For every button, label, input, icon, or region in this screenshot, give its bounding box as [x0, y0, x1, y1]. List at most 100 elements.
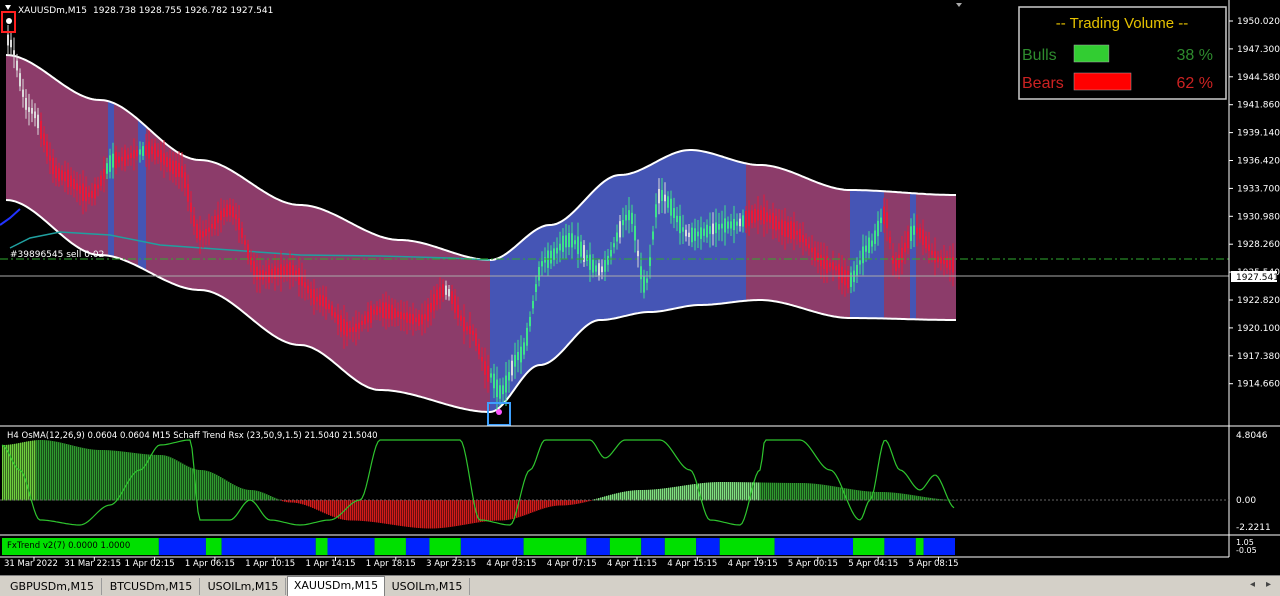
price-tick-label: 1917.380 — [1237, 352, 1280, 362]
osma-bar — [324, 500, 326, 514]
osma-bar — [534, 500, 536, 512]
price-chart-pane[interactable]: #39896545 sell 0.02 XAUUSDm,M15 1928.738 … — [0, 0, 1229, 426]
candle-body — [682, 227, 684, 232]
bears-bar — [1073, 72, 1132, 91]
osma-bar — [626, 491, 628, 501]
osma-bar — [522, 500, 524, 516]
chevron-left-icon[interactable]: ◂ — [1250, 579, 1255, 590]
osma-bar — [416, 500, 418, 528]
osma-bar — [14, 443, 16, 501]
osma-bar — [722, 482, 724, 501]
tab-btcusdm[interactable]: BTCUSDm,M15 — [103, 578, 200, 595]
candle-body — [40, 120, 42, 139]
candle-body — [427, 304, 429, 322]
candle-body — [103, 169, 105, 180]
candle-body — [883, 206, 885, 225]
osma-bar — [662, 488, 664, 501]
candle-body — [910, 226, 912, 241]
candle-body — [259, 270, 261, 280]
osma-bar — [714, 482, 716, 501]
candle-body — [625, 214, 627, 221]
candle-body — [31, 107, 33, 114]
candle-body — [202, 231, 204, 238]
candle-body — [688, 232, 690, 238]
tab-xauusdm[interactable]: XAUUSDm,M15 — [287, 576, 385, 596]
candle-body — [877, 220, 879, 237]
price-axis[interactable]: 1950.020 1947.300 1944.580 1941.860 1939.140… — [1228, 0, 1280, 557]
osma-bar — [380, 500, 382, 524]
osma-bar — [628, 490, 630, 501]
osma-bar — [858, 490, 860, 501]
candle-body — [670, 198, 672, 216]
band-segment — [108, 101, 114, 257]
candle-body — [181, 166, 183, 178]
osma-bar — [320, 500, 322, 512]
osma-bar — [426, 500, 428, 529]
fxtrend-segment — [641, 538, 665, 555]
candle-body — [205, 228, 207, 236]
candle-body — [703, 228, 705, 236]
price-tick-label: 1941.860 — [1237, 101, 1280, 111]
osma-bar — [386, 500, 388, 524]
candle-body — [400, 311, 402, 319]
tab-usoilm-2[interactable]: USOILm,M15 — [385, 578, 470, 595]
candle-body — [13, 50, 15, 56]
osma-bar — [230, 482, 232, 501]
price-tick-label: 1914.660 — [1237, 380, 1280, 390]
osma-bar — [432, 500, 434, 529]
tab-usoilm-1[interactable]: USOILm,M15 — [201, 578, 286, 595]
osma-bar — [670, 487, 672, 501]
chevron-right-icon[interactable]: ▸ — [1266, 579, 1271, 590]
osma-bar — [678, 486, 680, 501]
osma-indicator-pane[interactable]: H4 OsMA(12,26,9) 0.0604 0.0604 M15 Schaf… — [0, 431, 1271, 533]
osma-bar — [884, 492, 886, 501]
osma-bar — [736, 482, 738, 501]
candle-body — [775, 215, 777, 231]
candle-body — [394, 308, 396, 319]
candle-body — [85, 186, 87, 202]
trading-chart[interactable]: #39896545 sell 0.02 XAUUSDm,M15 1928.738 … — [0, 0, 1280, 575]
fxtrend-segment — [696, 538, 720, 555]
candle-body — [628, 210, 630, 221]
candle-body — [907, 231, 909, 249]
osma-bar — [864, 491, 866, 501]
osma-bar — [358, 500, 360, 521]
osma-bar — [76, 446, 78, 501]
osma-bar — [186, 465, 188, 501]
price-tick-label: 1950.020 — [1237, 17, 1280, 27]
candle-body — [559, 243, 561, 251]
osma-bar — [814, 483, 816, 501]
osma-bar — [204, 470, 206, 501]
osma-bar — [528, 500, 530, 514]
osma-bar — [142, 453, 144, 501]
osma-bar — [718, 482, 720, 501]
osma-bar — [298, 500, 300, 504]
bulls-bar — [1073, 44, 1110, 63]
fxtrend-pane[interactable]: FxTrend v2(7) 0.0000 1.0000 1.05 -0.05 — [2, 538, 1257, 555]
candle-body — [58, 168, 60, 182]
candle-body — [733, 218, 735, 231]
candle-body — [790, 221, 792, 239]
candle-body — [52, 157, 54, 175]
candle-body — [940, 256, 942, 264]
time-axis[interactable]: 31 Mar 2022 31 Mar 22:15 1 Apr 02:15 1 Apr … — [4, 557, 959, 569]
osma-bar — [332, 500, 334, 517]
trade-label[interactable]: #39896545 sell 0.02 — [10, 250, 104, 260]
candle-body — [574, 240, 576, 245]
fxtrend-segment — [609, 538, 642, 555]
osma-bar — [728, 482, 730, 501]
time-tick-label: 1 Apr 06:15 — [185, 559, 235, 569]
fxtrend-segment — [315, 538, 328, 555]
osma-bar — [158, 454, 160, 501]
candle-body — [811, 247, 813, 253]
fxtrend-bottom: -0.05 — [1236, 546, 1257, 555]
candle-body — [952, 256, 954, 273]
fxtrend-segment — [884, 538, 916, 555]
candle-body — [424, 314, 426, 320]
candle-body — [730, 221, 732, 229]
osma-bar — [848, 488, 850, 501]
tab-gbpusdm[interactable]: GBPUSDm,M15 — [3, 578, 102, 595]
candle-body — [115, 151, 117, 169]
candle-body — [415, 317, 417, 322]
osma-bar — [82, 447, 84, 501]
